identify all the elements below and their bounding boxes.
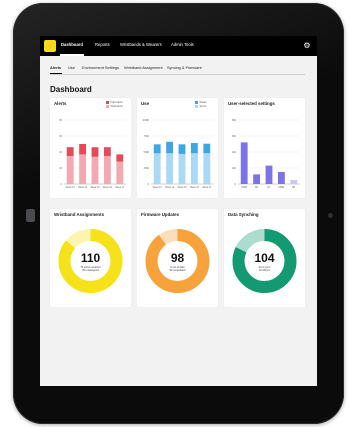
bar-segment-total-alerts bbox=[91, 156, 99, 184]
x-tick-label: MWE bbox=[279, 187, 285, 189]
y-tick-label: 20 bbox=[59, 167, 62, 170]
nav-reports[interactable]: Reports bbox=[95, 42, 110, 47]
bar-segment-high-alerts bbox=[66, 147, 74, 156]
y-tick-label: 0 bbox=[235, 183, 237, 186]
home-button bbox=[26, 209, 35, 222]
y-tick-label: 600 bbox=[232, 135, 237, 138]
donut-sub-line-2: 10 offsync bbox=[258, 269, 271, 272]
use-card: Use Wears Syncs 0 2500 5000 7500 10000 Week 1… bbox=[137, 98, 218, 198]
x-tick-label: SH bbox=[255, 187, 259, 189]
use-bar-chart: 025005000750010000Week 13 Week 14 Week 15 W… bbox=[142, 119, 213, 189]
x-tick-label: BK bbox=[292, 187, 296, 189]
y-tick-label: 60 bbox=[59, 135, 62, 138]
y-tick-label: 400 bbox=[232, 151, 237, 154]
bar-segment-wears bbox=[166, 141, 174, 154]
firmware-updates-card: Firmware Updates 98 8 out of date 90 unu… bbox=[137, 209, 218, 307]
bar-segment-wears bbox=[190, 143, 198, 154]
gear-icon[interactable]: ⚙ bbox=[302, 41, 312, 51]
y-tick-label: 0 bbox=[148, 183, 150, 186]
bar-segment-syncs bbox=[153, 153, 161, 184]
bar-segment-total-alerts bbox=[103, 156, 111, 184]
bar-segment-high-alerts bbox=[79, 144, 87, 155]
y-tick-label: 7500 bbox=[144, 135, 150, 138]
y-tick-label: 200 bbox=[232, 167, 237, 170]
subnav-syncing-firmware[interactable]: Syncing & Firmware bbox=[167, 65, 202, 70]
nav-active-underline bbox=[60, 54, 84, 56]
bar-segment-high-alerts bbox=[91, 147, 99, 157]
donut-value: 98 bbox=[170, 251, 185, 265]
bar-segment-syncs bbox=[178, 153, 186, 184]
subnav-wristband-assignment[interactable]: Wristband Assignment bbox=[124, 65, 163, 70]
bar bbox=[277, 172, 285, 184]
alerts-bar-chart: 0 20 40 60 80 Week 13 Week 14 Week 15 Week 16 Wee… bbox=[59, 119, 126, 189]
y-tick-label: 800 bbox=[232, 119, 237, 122]
bar-segment-wears bbox=[178, 144, 186, 154]
bar-segment-wears bbox=[203, 143, 211, 154]
bar-segment-total-alerts bbox=[79, 154, 87, 184]
x-tick-label: Week 15 bbox=[177, 187, 187, 189]
y-tick-label: 10000 bbox=[142, 119, 149, 122]
y-tick-label: 40 bbox=[59, 151, 62, 154]
y-tick-label: 2500 bbox=[144, 167, 150, 170]
bar-segment-total-alerts bbox=[66, 156, 74, 184]
nav-dashboard[interactable]: Dashboard bbox=[61, 42, 83, 47]
donut-value: 110 bbox=[80, 251, 101, 265]
nav-wristbands-wearers[interactable]: Wristbands & Wearers bbox=[120, 42, 162, 47]
bar bbox=[265, 165, 273, 184]
user-selected-settings-card: User-selected settings 0 200 400 600 800 HWM S… bbox=[224, 98, 305, 198]
donut-sub-line-2: 35 unassigned bbox=[82, 269, 99, 272]
settings-bar-chart: 0 200 400 600 800 HWM SH DT MWE BK bbox=[232, 119, 300, 189]
bar-segment-syncs bbox=[203, 153, 211, 184]
donut-value: 104 bbox=[254, 251, 275, 265]
x-tick-label: Week 14 bbox=[78, 187, 88, 189]
subnav-divider bbox=[50, 74, 305, 75]
data-synching-card: Data Synching 104 94 in sync 10 offsync bbox=[224, 209, 305, 307]
bar bbox=[253, 174, 261, 184]
alerts-card: Alerts High Alerts Total Alerts 0 20 40 60 8… bbox=[50, 98, 131, 198]
page-title: Dashboard bbox=[50, 85, 92, 94]
x-tick-label: Week 15 bbox=[90, 187, 100, 189]
bar-segment-wears bbox=[153, 144, 161, 154]
x-tick-label: Week 17 bbox=[115, 187, 125, 189]
x-tick-label: Week 13 bbox=[66, 187, 76, 189]
bar-segment-total-alerts bbox=[116, 161, 124, 184]
y-tick-label: 5000 bbox=[144, 151, 150, 154]
x-tick-label: Week 16 bbox=[190, 187, 200, 189]
bar bbox=[290, 180, 298, 184]
y-tick-label: 80 bbox=[59, 119, 62, 122]
subnav-environment-settings[interactable]: Environment Settings bbox=[82, 65, 119, 70]
x-tick-label: Week 13 bbox=[153, 187, 163, 189]
x-tick-label: Week 16 bbox=[103, 187, 113, 189]
bar-segment-syncs bbox=[190, 153, 198, 184]
subnav-alerts[interactable]: Alerts bbox=[50, 65, 61, 70]
bar-segment-high-alerts bbox=[116, 154, 124, 162]
x-tick-label: Week 17 bbox=[202, 187, 212, 189]
bar-segment-syncs bbox=[166, 153, 174, 184]
donut-sub-line-2: 90 unupdated bbox=[169, 269, 186, 272]
x-tick-label: DT bbox=[267, 187, 271, 189]
top-navigation-bar: ⚡ Dashboard Reports Wristbands & Wearers… bbox=[40, 36, 317, 56]
subnav-use[interactable]: Use bbox=[68, 65, 75, 70]
y-tick-label: 0 bbox=[61, 183, 63, 186]
wristband-assignments-card: Wristband Assignments 110 75 active wear… bbox=[50, 209, 131, 307]
bar bbox=[240, 142, 248, 184]
camera-dot bbox=[328, 213, 333, 218]
tablet-screen: ⚡ Dashboard Reports Wristbands & Wearers… bbox=[40, 36, 317, 386]
x-tick-label: Week 14 bbox=[165, 187, 175, 189]
bar-segment-high-alerts bbox=[103, 147, 111, 156]
x-tick-label: HWM bbox=[241, 187, 247, 189]
nav-admin-tools[interactable]: Admin Tools bbox=[171, 42, 194, 47]
lightning-logo-icon[interactable]: ⚡ bbox=[44, 40, 56, 52]
